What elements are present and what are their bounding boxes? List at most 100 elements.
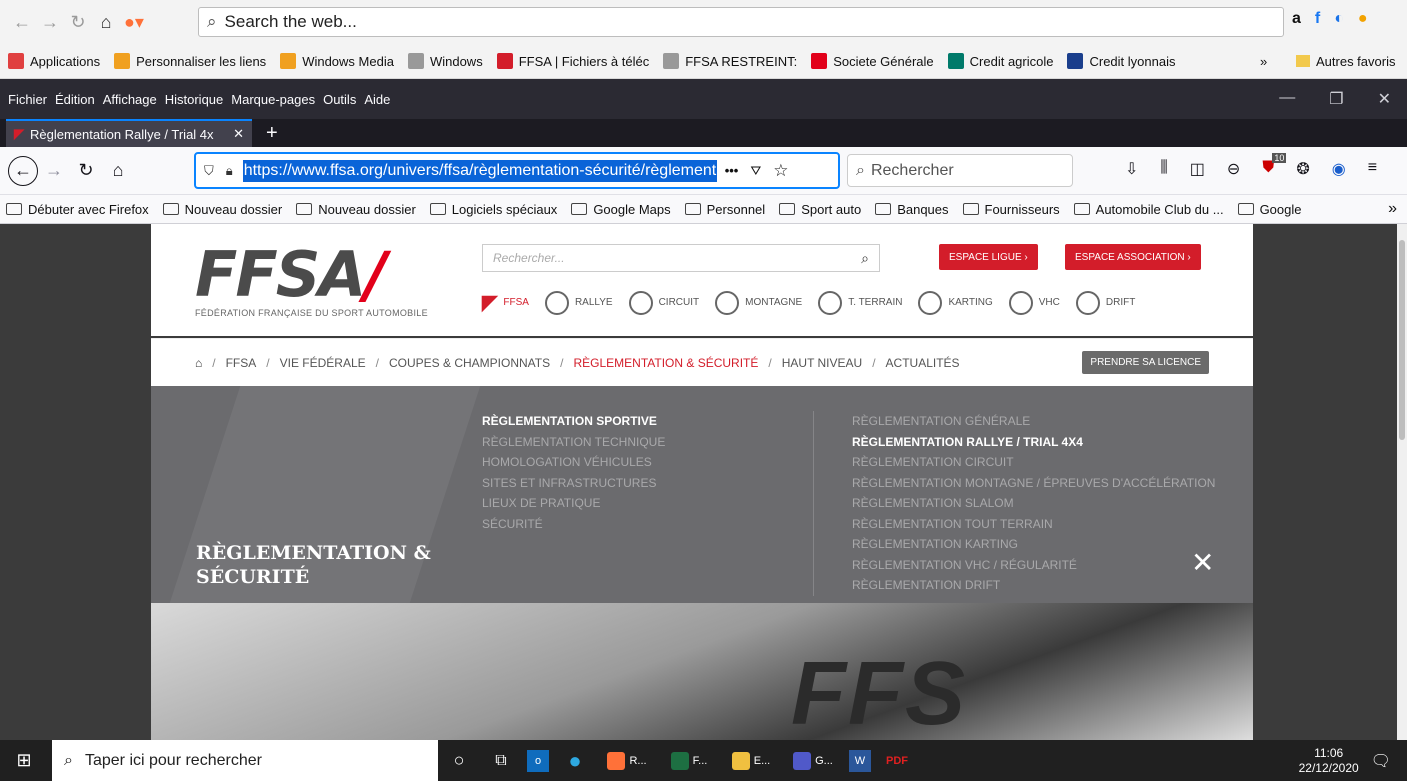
menu-affichage[interactable]: Affichage bbox=[103, 92, 157, 107]
mega-menu-item[interactable]: RÈGLEMENTATION MONTAGNE / ÉPREUVES D'ACC… bbox=[852, 473, 1215, 494]
ffsa-logo[interactable]: FFSA/ FÉDÉRATION FRANÇAISE DU SPORT AUTO… bbox=[195, 244, 428, 319]
extension-d-icon[interactable]: ◐ bbox=[1334, 10, 1344, 28]
tracking-shield-icon[interactable]: ⛉ bbox=[204, 163, 214, 179]
back-icon[interactable]: ← bbox=[8, 155, 38, 186]
word-icon[interactable]: W bbox=[849, 749, 871, 772]
firefox-bookmark-item[interactable]: Nouveau dossier bbox=[296, 202, 416, 217]
mega-menu-item[interactable]: RÈGLEMENTATION CIRCUIT bbox=[852, 452, 1215, 473]
menu-marque-pages[interactable]: Marque-pages bbox=[231, 92, 315, 107]
taskbar-app-button[interactable]: R... bbox=[601, 745, 653, 777]
reload-icon[interactable]: ↻ bbox=[64, 8, 92, 36]
firefox-bookmark-item[interactable]: Google bbox=[1237, 202, 1301, 217]
search-icon[interactable]: ⌕ bbox=[861, 250, 869, 267]
facebook-icon[interactable]: f bbox=[1315, 10, 1320, 28]
outer-search-input[interactable]: ⌕ Search the web... bbox=[198, 7, 1284, 37]
espace-association-button[interactable]: ESPACE ASSOCIATION › bbox=[1065, 244, 1201, 270]
firefox-search-input[interactable]: ⌕ Rechercher bbox=[847, 154, 1073, 187]
mega-menu-item[interactable]: RÈGLEMENTATION SLALOM bbox=[852, 493, 1215, 514]
pocket-icon[interactable]: ⛛ bbox=[750, 163, 761, 179]
home-icon[interactable]: ⌂ bbox=[102, 155, 134, 187]
outer-bookmark-item[interactable]: Societe Générale bbox=[811, 53, 934, 69]
firefox-bookmark-item[interactable]: Logiciels spéciaux bbox=[429, 202, 557, 217]
nav-haut-niveau[interactable]: HAUT NIVEAU bbox=[782, 356, 862, 370]
outer-bookmark-item[interactable]: Credit lyonnais bbox=[1067, 53, 1175, 69]
home-icon[interactable]: ⌂ bbox=[92, 8, 120, 36]
system-clock[interactable]: 11:06 22/12/2020 bbox=[1299, 746, 1371, 776]
nav-actualites[interactable]: ACTUALITÉS bbox=[886, 356, 960, 370]
menu-aide[interactable]: Aide bbox=[364, 92, 390, 107]
firefox-bookmark-item[interactable]: Google Maps bbox=[571, 202, 671, 217]
espace-ligue-button[interactable]: ESPACE LIGUE › bbox=[939, 244, 1038, 270]
windows-start-icon[interactable]: ⊞ bbox=[4, 750, 44, 771]
amazon-icon[interactable]: a bbox=[1292, 10, 1301, 28]
mega-menu-item[interactable]: SITES ET INFRASTRUCTURES bbox=[482, 473, 665, 494]
mega-menu-item[interactable]: RÈGLEMENTATION TOUT TERRAIN bbox=[852, 514, 1215, 535]
downloads-icon[interactable]: ⇩ bbox=[1125, 159, 1138, 179]
account-icon[interactable]: ⊖ bbox=[1227, 159, 1240, 179]
restore-icon[interactable]: ❐ bbox=[1329, 89, 1343, 109]
firefox-bookmark-item[interactable]: Banques bbox=[875, 202, 949, 217]
extension-blue-icon[interactable]: ◉ bbox=[1332, 159, 1346, 179]
nav-ffsa[interactable]: FFSA bbox=[226, 356, 257, 370]
mega-menu-item[interactable]: RÈGLEMENTATION GÉNÉRALE bbox=[852, 411, 1215, 432]
edge-icon[interactable]: ● bbox=[559, 745, 591, 777]
univers-ffsa[interactable]: ◤ FFSA bbox=[482, 290, 529, 315]
nav-coupes-championnats[interactable]: COUPES & CHAMPIONNATS bbox=[389, 356, 550, 370]
cortana-icon[interactable]: ○ bbox=[443, 745, 475, 777]
taskbar-search-input[interactable]: ⌕ Taper ici pour rechercher bbox=[52, 740, 438, 781]
mega-menu-item[interactable]: RÈGLEMENTATION TECHNIQUE bbox=[482, 432, 665, 453]
menu-hamburger-icon[interactable]: ≡ bbox=[1368, 159, 1377, 179]
univers-tout-terrain[interactable]: T. TERRAIN bbox=[818, 290, 902, 315]
close-menu-icon[interactable]: ✕ bbox=[1191, 546, 1214, 579]
close-window-icon[interactable]: ✕ bbox=[1378, 89, 1391, 109]
bookmarks-more-icon[interactable]: » bbox=[1388, 200, 1397, 218]
mega-menu-item[interactable]: LIEUX DE PRATIQUE bbox=[482, 493, 665, 514]
outer-bookmark-item[interactable]: FFSA | Fichiers à téléc bbox=[496, 53, 649, 69]
mega-menu-item[interactable]: RÈGLEMENTATION KARTING bbox=[852, 534, 1215, 555]
ublock-icon[interactable]: ⛊ 10 bbox=[1262, 153, 1287, 179]
tab-active[interactable]: ◤ Règlementation Rallye / Trial 4x ✕ bbox=[6, 119, 252, 147]
firefox-bookmark-item[interactable]: Automobile Club du ... bbox=[1073, 202, 1224, 217]
univers-rallye[interactable]: RALLYE bbox=[544, 290, 613, 315]
outer-bookmark-item[interactable]: Applications bbox=[8, 53, 100, 69]
reload-icon[interactable]: ↻ bbox=[70, 155, 102, 187]
firefox-logo-icon[interactable]: ●▾ bbox=[120, 8, 148, 36]
task-view-icon[interactable]: ⧉ bbox=[485, 745, 517, 777]
outer-bookmark-item[interactable]: FFSA RESTREINT: bbox=[663, 53, 797, 69]
pdf-icon[interactable]: PDF bbox=[881, 745, 913, 777]
taskbar-app-button[interactable]: E... bbox=[725, 745, 777, 777]
menu-historique[interactable]: Historique bbox=[165, 92, 224, 107]
page-actions-icon[interactable]: ••• bbox=[725, 163, 739, 178]
firefox-bookmark-item[interactable]: Personnel bbox=[684, 202, 765, 217]
back-icon[interactable]: ← bbox=[8, 8, 36, 36]
outer-bookmark-item[interactable]: Windows Media bbox=[280, 53, 394, 69]
page-scrollbar[interactable] bbox=[1397, 224, 1407, 740]
extension-orange-icon[interactable]: ● bbox=[1358, 10, 1368, 28]
bookmark-star-icon[interactable]: ☆ bbox=[773, 161, 788, 181]
menu-outils[interactable]: Outils bbox=[323, 92, 356, 107]
firefox-bookmark-item[interactable]: Sport auto bbox=[779, 202, 861, 217]
lock-icon[interactable]: 🔒︎ bbox=[226, 163, 233, 179]
mega-menu-item[interactable]: RÈGLEMENTATION VHC / RÉGULARITÉ bbox=[852, 555, 1215, 576]
extension-icon[interactable]: ❂ bbox=[1296, 159, 1309, 179]
firefox-bookmark-item[interactable]: Débuter avec Firefox bbox=[6, 202, 149, 217]
taskbar-app-button[interactable]: F... bbox=[663, 745, 715, 777]
univers-montagne[interactable]: MONTAGNE bbox=[715, 290, 802, 315]
menu-edition[interactable]: Édition bbox=[55, 92, 95, 107]
univers-vhc[interactable]: VHC bbox=[1008, 290, 1060, 315]
new-tab-icon[interactable]: + bbox=[266, 122, 278, 145]
univers-drift[interactable]: DRIFT bbox=[1075, 290, 1135, 315]
scrollbar-thumb[interactable] bbox=[1399, 240, 1405, 440]
outer-bookmark-item[interactable]: Credit agricole bbox=[947, 53, 1053, 69]
mega-menu-item[interactable]: HOMOLOGATION VÉHICULES bbox=[482, 452, 665, 473]
firefox-bookmark-item[interactable]: Fournisseurs bbox=[962, 202, 1060, 217]
taskbar-app-button[interactable]: G... bbox=[787, 745, 839, 777]
nav-reglementation-securite[interactable]: RÈGLEMENTATION & SÉCURITÉ bbox=[573, 356, 758, 370]
home-icon[interactable]: ⌂ bbox=[195, 356, 202, 370]
univers-circuit[interactable]: CIRCUIT bbox=[628, 290, 699, 315]
firefox-bookmark-item[interactable]: Nouveau dossier bbox=[162, 202, 282, 217]
close-tab-icon[interactable]: ✕ bbox=[233, 126, 244, 142]
forward-icon[interactable]: → bbox=[36, 8, 64, 36]
notification-icon[interactable]: 🗨︎ bbox=[1371, 751, 1403, 771]
url-text[interactable]: https://www.ffsa.org/univers/ffsa/règlem… bbox=[242, 159, 717, 182]
